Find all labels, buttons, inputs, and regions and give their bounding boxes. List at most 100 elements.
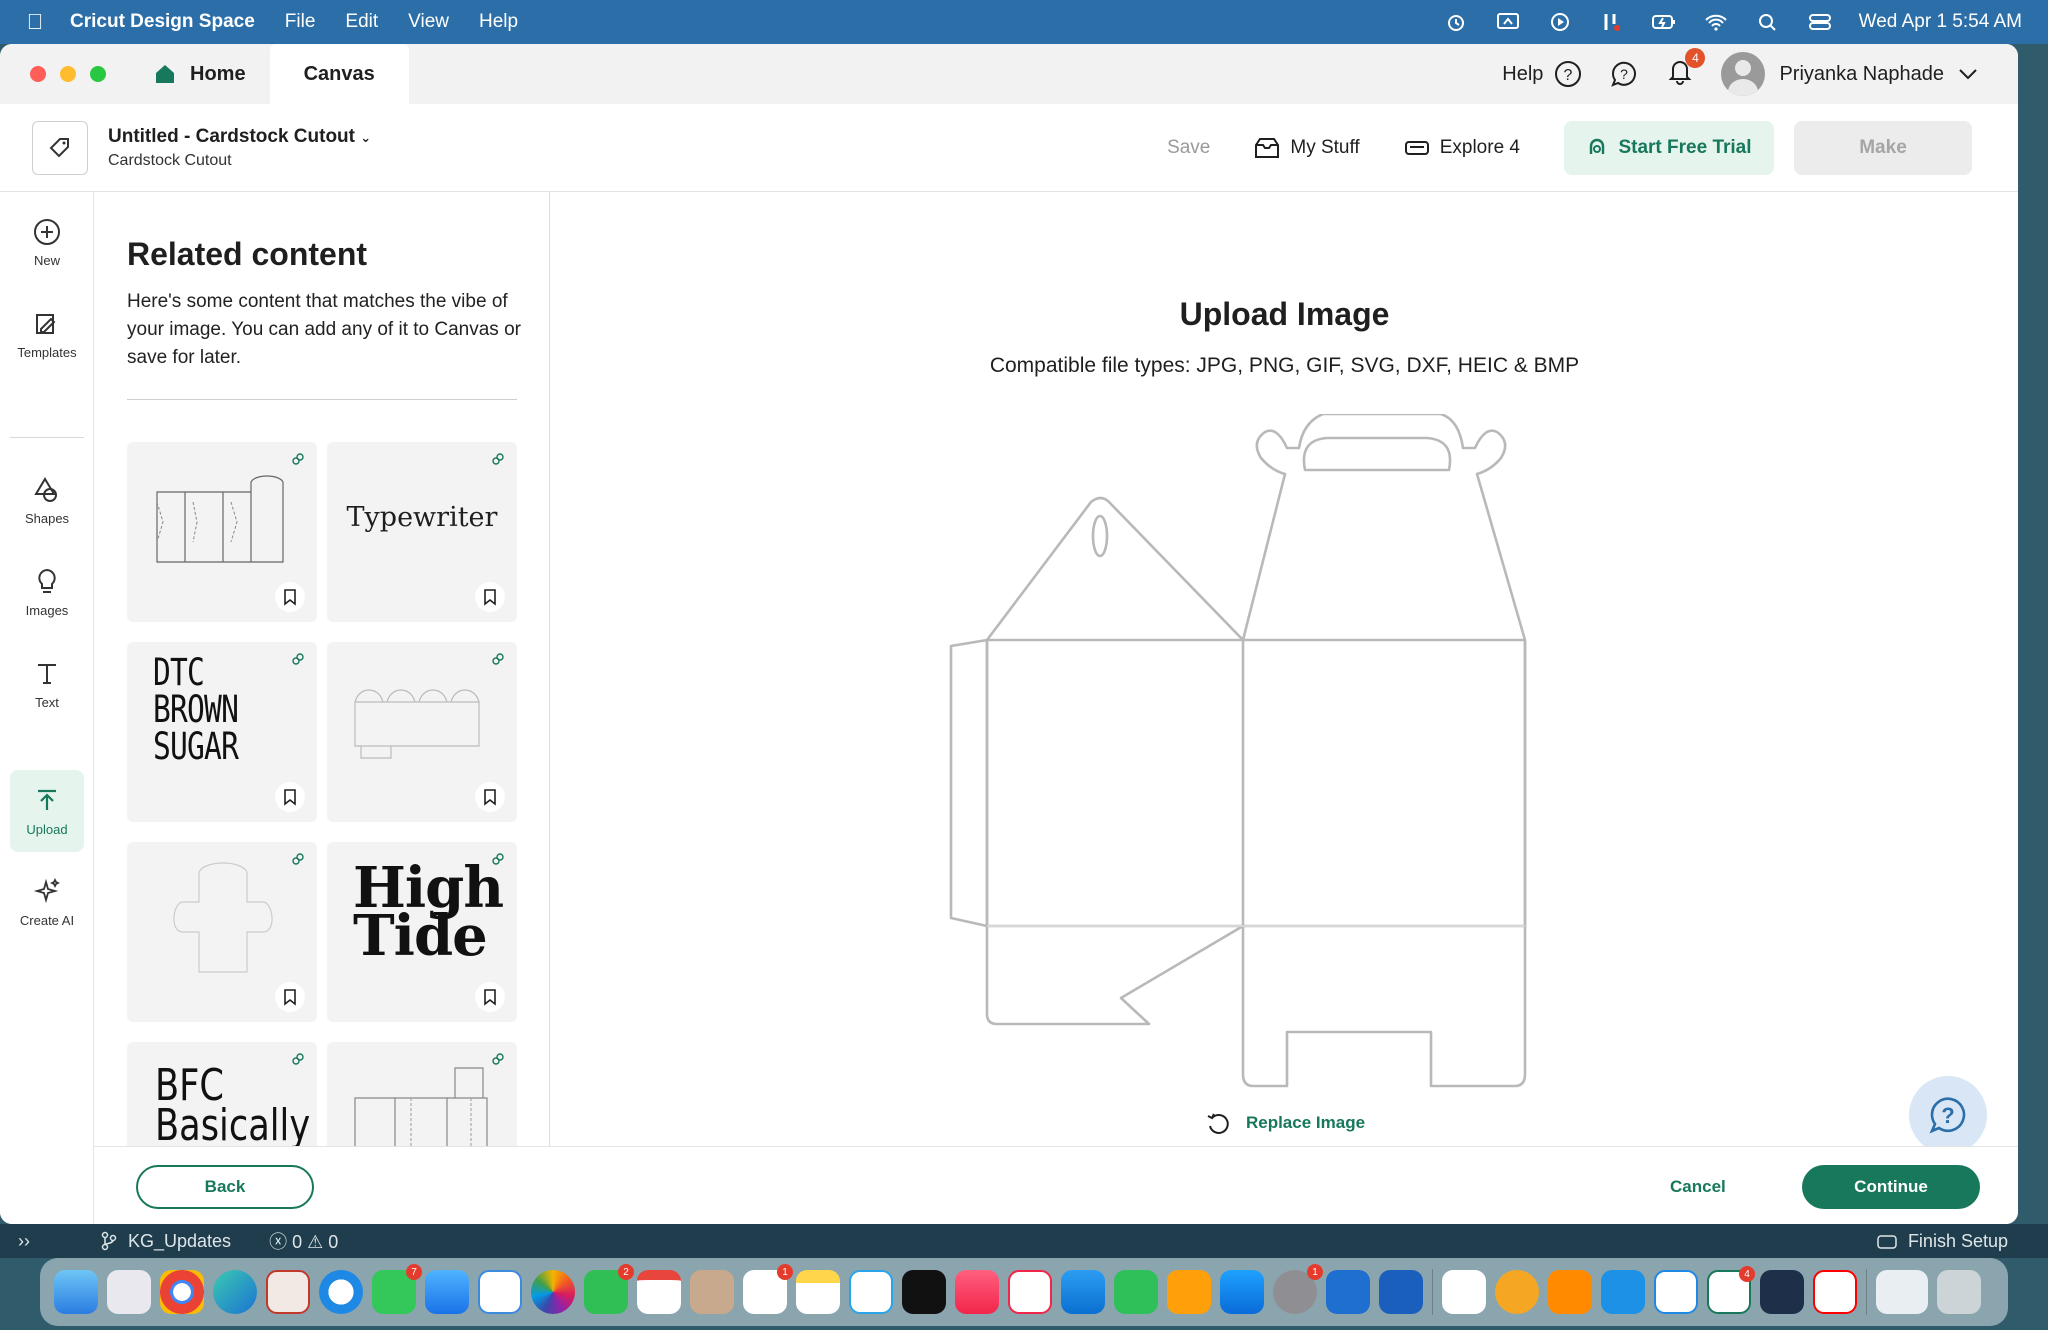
messages-icon[interactable]: 7 [372,1264,422,1314]
edge-icon[interactable] [213,1270,257,1314]
save-button[interactable]: Save [1167,137,1210,159]
screenshot-thumbnail-icon[interactable] [1876,1270,1928,1314]
help-chat-button[interactable]: ? [1909,1076,1987,1154]
my-stuff-button[interactable]: My Stuff [1254,137,1360,159]
related-card-font-high-tide[interactable]: High Tide [327,842,517,1022]
tab-canvas[interactable]: Canvas [269,44,409,104]
menu-edit[interactable]: Edit [345,11,378,33]
related-card-box-template[interactable] [327,1042,517,1146]
notifications-button[interactable]: 4 [1665,48,1706,92]
status-app-icon[interactable] [1443,12,1469,32]
project-title[interactable]: Untitled - Cardstock Cutout ⌄ [108,126,371,148]
tool-create-ai[interactable]: Create AI [10,862,84,942]
docker-icon[interactable] [1601,1270,1645,1314]
cancel-button[interactable]: Cancel [1670,1177,1726,1197]
chrome-icon[interactable] [160,1270,204,1314]
upload-title: Upload Image [1179,296,1390,332]
control-center-icon[interactable] [1807,12,1833,32]
mail-icon[interactable] [425,1270,469,1314]
system-settings-icon[interactable]: 1 [1273,1264,1323,1314]
bookmark-icon [484,789,496,806]
reminders-icon[interactable]: 1 [743,1264,793,1314]
keynote-icon[interactable] [1061,1270,1105,1314]
contacts-icon[interactable] [690,1270,734,1314]
spotlight-search-icon[interactable] [1755,12,1781,32]
play-icon[interactable] [1547,12,1573,32]
problems-count[interactable]: ⓧ 0 ⚠ 0 [269,1228,338,1254]
bookmark-button[interactable] [475,782,505,812]
related-card-box-template[interactable] [327,642,517,822]
tool-shapes[interactable]: Shapes [10,460,84,540]
maps-icon[interactable] [478,1270,522,1314]
design-app-icon[interactable] [266,1270,310,1314]
zoom-window-button[interactable] [90,66,106,82]
finder-icon[interactable] [54,1270,98,1314]
trash-icon[interactable] [1937,1270,1981,1314]
related-card-box-template[interactable] [127,842,317,1022]
related-card-font-bfc-basically[interactable]: BFC Basically [127,1042,317,1146]
back-button[interactable]: Back [136,1165,314,1209]
tool-text[interactable]: Text [10,644,84,724]
screen-mirror-icon[interactable] [1495,12,1521,32]
help-menu[interactable]: Help ? [1502,59,1583,89]
bookmark-button[interactable] [275,982,305,1012]
freeform-icon[interactable] [849,1270,893,1314]
safari-icon[interactable] [319,1270,363,1314]
menu-help[interactable]: Help [479,11,518,33]
continue-button[interactable]: Continue [1802,1165,1980,1209]
apple-menu-icon[interactable]:  [0,9,70,35]
related-card-font-typewriter[interactable]: Typewriter [327,442,517,622]
launchpad-icon[interactable] [107,1270,151,1314]
mongodb-icon[interactable] [1442,1270,1486,1314]
menu-file[interactable]: File [285,11,316,33]
photos-icon[interactable] [531,1270,575,1314]
support-chat-icon[interactable]: ? [1609,59,1639,89]
user-menu[interactable]: Priyanka Naphade [1721,52,1978,96]
tool-upload[interactable]: Upload [10,770,84,852]
disk-utility-icon[interactable] [1760,1270,1804,1314]
start-free-trial-button[interactable]: Start Free Trial [1564,120,1774,175]
tools-icon[interactable] [1599,12,1625,32]
wifi-icon[interactable] [1703,12,1729,32]
apple-tv-icon[interactable] [902,1270,946,1314]
related-card-font-dtc-brown-sugar[interactable]: DTC BROWN SUGAR [127,642,317,822]
replace-image-button[interactable]: Replace Image [551,1108,2018,1138]
finish-setup-button[interactable]: Finish Setup [1876,1231,2008,1252]
bookmark-button[interactable] [475,582,505,612]
books-icon[interactable] [1548,1270,1592,1314]
tool-new[interactable]: New [10,202,84,282]
question-chat-icon: ? [1929,1097,1966,1134]
related-card-box-template[interactable] [127,442,317,622]
battery-icon[interactable] [1651,12,1677,32]
news-icon[interactable] [1008,1270,1052,1314]
vscode-icon[interactable] [1654,1270,1698,1314]
project-tag-button[interactable] [32,120,88,175]
bookmark-button[interactable] [475,982,505,1012]
cricut-icon[interactable]: 4 [1707,1266,1755,1314]
app-store-icon[interactable] [1220,1270,1264,1314]
minimize-window-button[interactable] [60,66,76,82]
word-icon[interactable] [1379,1270,1423,1314]
youtube-icon[interactable] [1813,1270,1857,1314]
tool-templates[interactable]: Templates [10,294,84,374]
notes-icon[interactable] [796,1270,840,1314]
facetime-icon[interactable]: 2 [584,1264,634,1314]
numbers-icon[interactable] [1114,1270,1158,1314]
amphetamine-icon[interactable] [1495,1270,1539,1314]
git-branch[interactable]: KG_Updates [100,1231,231,1252]
explore-button[interactable]: Explore 4 [1404,137,1520,159]
tool-images[interactable]: Images [10,552,84,632]
calendar-icon[interactable] [637,1270,681,1314]
make-button[interactable]: Make [1794,120,1972,175]
pages-icon[interactable] [1167,1270,1211,1314]
bookmark-button[interactable] [275,582,305,612]
close-window-button[interactable] [30,66,46,82]
windows-app-icon[interactable] [1326,1270,1370,1314]
menu-view[interactable]: View [408,11,449,33]
tab-home[interactable]: Home [144,44,270,104]
menu-app-name[interactable]: Cricut Design Space [70,11,255,33]
window-titlebar: Home Canvas Help ? ? 4 Priyanka Naphade [0,44,2018,104]
bookmark-button[interactable] [275,782,305,812]
music-icon[interactable] [955,1270,999,1314]
clock-datetime[interactable]: Wed Apr 1 5:54 AM [1859,11,2022,33]
